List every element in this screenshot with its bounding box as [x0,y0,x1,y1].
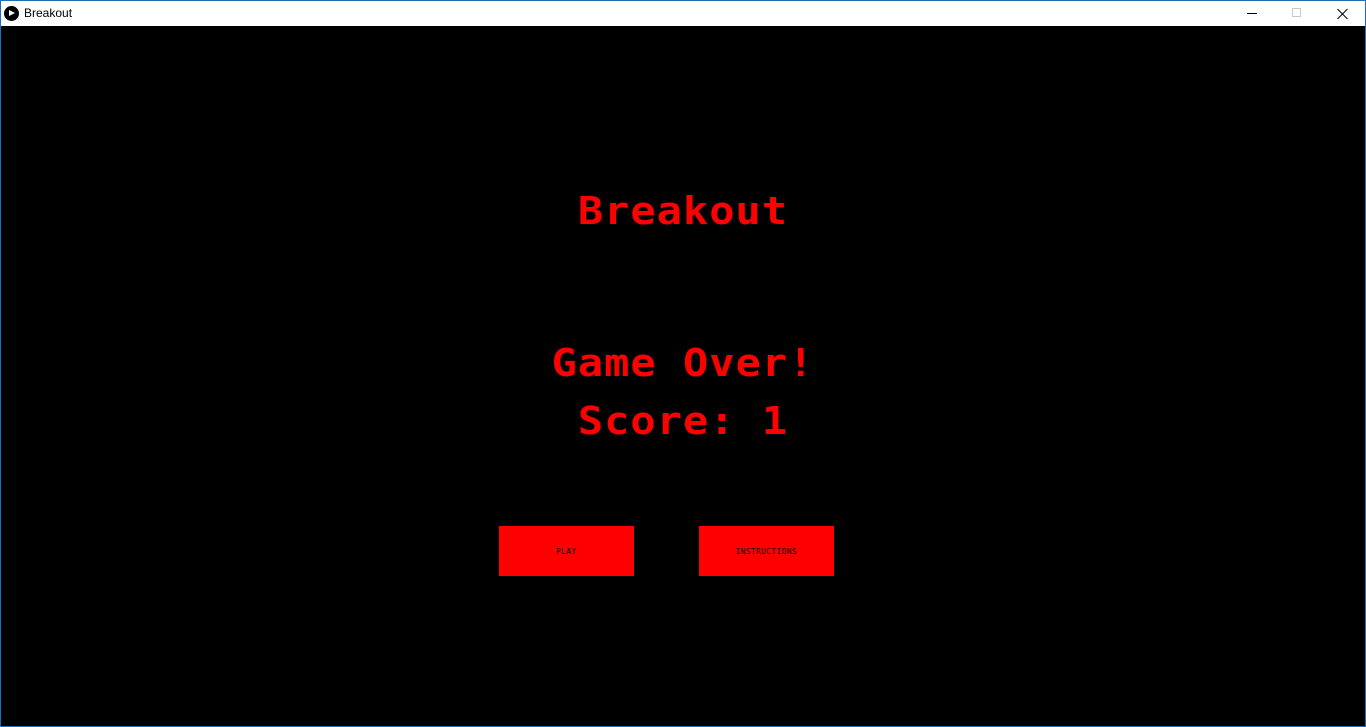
instructions-button[interactable]: INSTRUCTIONS [699,526,834,576]
close-button[interactable] [1319,1,1365,26]
maximize-icon [1292,8,1301,17]
minimize-icon [1247,13,1257,14]
play-button[interactable]: PLAY [499,526,634,576]
maximize-button[interactable] [1274,1,1320,26]
title-bar[interactable]: Breakout [1,1,1365,26]
minimize-button[interactable] [1229,1,1275,26]
app-icon [4,6,19,21]
score-display: Score: 1 [577,397,789,444]
game-over-message: Game Over! [551,339,815,386]
close-icon [1337,8,1348,19]
game-canvas: Breakout Game Over! Score: 1 PLAY INSTRU… [1,26,1365,726]
window-title: Breakout [24,6,73,20]
app-window: Breakout Breakout Game Over! Score: 1 PL… [0,0,1366,727]
game-title: Breakout [577,187,789,234]
